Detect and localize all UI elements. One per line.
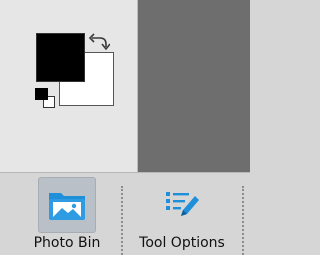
canvas-area[interactable] xyxy=(137,0,250,172)
tool-options-label: Tool Options xyxy=(139,235,225,251)
default-foreground-swatch xyxy=(35,88,48,100)
photo-bin-button[interactable]: Photo Bin xyxy=(22,173,112,251)
taskbar-divider-2 xyxy=(242,186,244,255)
photo-bin-icon-box xyxy=(38,177,96,233)
tool-options-button[interactable]: Tool Options xyxy=(127,173,237,251)
taskbar: Photo Bin Tool Options xyxy=(0,173,250,255)
tool-options-icon xyxy=(166,192,199,216)
taskbar-divider-1 xyxy=(121,186,123,255)
photo-bin-label: Photo Bin xyxy=(33,235,101,251)
foreground-color-swatch[interactable] xyxy=(36,33,85,82)
photo-bin-icon xyxy=(49,193,85,220)
toolbox-panel xyxy=(0,0,137,172)
tool-options-icon-box xyxy=(155,177,209,231)
swap-colors-icon[interactable] xyxy=(88,30,110,52)
